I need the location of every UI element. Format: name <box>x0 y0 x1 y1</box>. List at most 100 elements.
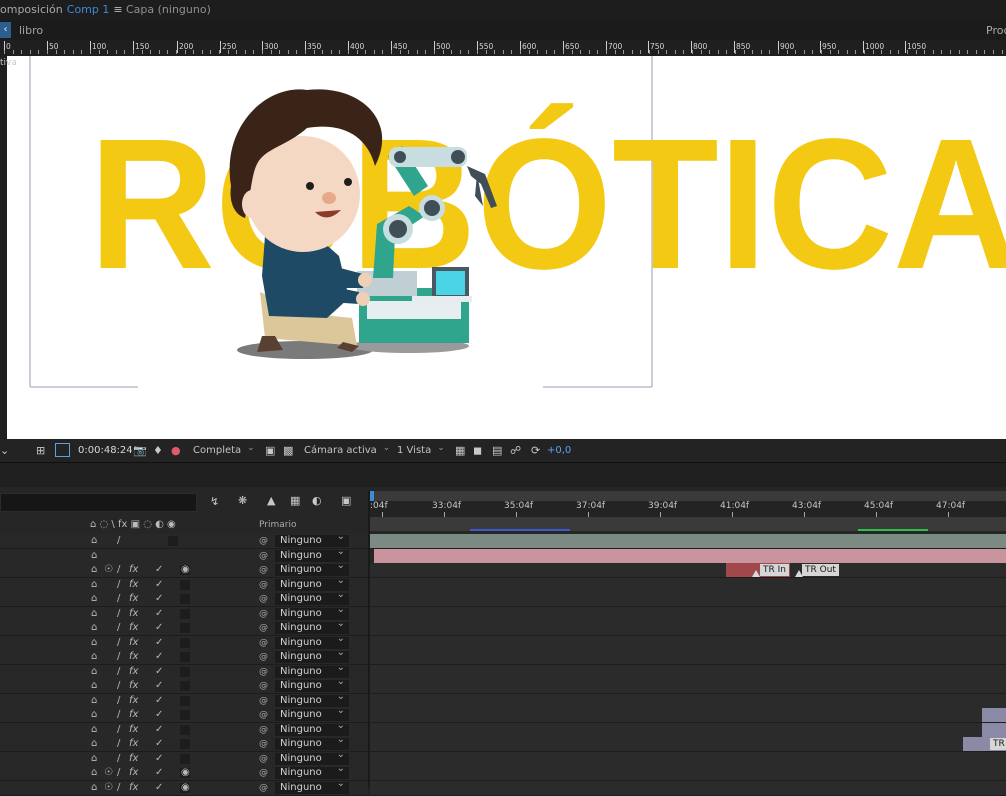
effects-switch-icon[interactable]: fx <box>129 738 138 750</box>
pick-whip-icon[interactable]: @ <box>259 666 268 678</box>
layer-bar[interactable] <box>982 708 1006 722</box>
marker-triangle-icon[interactable] <box>752 570 760 577</box>
composition-flowchart-icon[interactable]: ↯ <box>210 495 219 509</box>
layer-row[interactable]: ⌂ / fx ✓ @ Ninguno <box>0 720 368 738</box>
3d-switch-box[interactable] <box>180 638 190 648</box>
timeline-row[interactable] <box>374 549 1006 564</box>
shy-switch-icon[interactable]: ⌂ <box>91 782 97 794</box>
pick-whip-icon[interactable]: @ <box>259 724 268 736</box>
effects-switch-icon[interactable]: fx <box>129 767 138 779</box>
shy-switch-icon[interactable]: ⌂ <box>91 579 97 591</box>
transparency-grid-icon[interactable]: ▩ <box>283 444 293 458</box>
pick-whip-icon[interactable]: @ <box>259 550 268 562</box>
parent-dropdown[interactable]: Ninguno <box>275 778 349 794</box>
exposure-value[interactable]: +0,0 <box>547 441 571 461</box>
pick-whip-icon[interactable]: @ <box>259 709 268 721</box>
effects-switch-icon[interactable]: fx <box>129 666 138 678</box>
frame-blending-icon[interactable]: ▦ <box>290 494 300 508</box>
quality-switch-icon[interactable]: / <box>117 622 120 634</box>
shy-switch-icon[interactable]: ⌂ <box>91 767 97 779</box>
3d-switch-box[interactable] <box>180 580 190 590</box>
timeline-row[interactable] <box>370 752 1006 767</box>
show-snapshot-icon[interactable]: ♦ <box>153 444 163 458</box>
timeline-row[interactable] <box>370 737 1006 752</box>
motion-blur-switch-icon[interactable]: ✓ <box>155 564 163 576</box>
shy-switch-icon[interactable]: ⌂ <box>91 695 97 707</box>
pick-whip-icon[interactable]: @ <box>259 622 268 634</box>
shy-switch-icon[interactable]: ⌂ <box>91 666 97 678</box>
pick-whip-icon[interactable]: @ <box>259 579 268 591</box>
pick-whip-icon[interactable]: @ <box>259 753 268 765</box>
tr-out-marker-label[interactable]: TR Out <box>802 564 839 576</box>
3d-switch-box[interactable] <box>180 609 190 619</box>
tab-composition[interactable]: omposición Comp 1 ≡ <box>0 0 129 21</box>
motion-blur-switch-icon[interactable]: ✓ <box>155 709 163 721</box>
pick-whip-icon[interactable]: @ <box>259 738 268 750</box>
graph-editor-icon[interactable]: ▣ <box>341 494 351 508</box>
timeline-row[interactable] <box>370 563 1006 578</box>
motion-blur-switch-icon[interactable]: ✓ <box>155 767 163 779</box>
color-channels-icon[interactable]: ● <box>171 444 181 458</box>
motion-blur-switch-icon[interactable]: ✓ <box>155 738 163 750</box>
panel-menu-icon[interactable]: ≡ <box>113 3 122 16</box>
shy-switch-icon[interactable]: ⌂ <box>91 724 97 736</box>
pick-whip-icon[interactable]: @ <box>259 564 268 576</box>
layer-row[interactable]: ⌂ / fx ✓ @ Ninguno <box>0 705 368 723</box>
pick-whip-icon[interactable]: @ <box>259 651 268 663</box>
motion-blur-switch-icon[interactable]: ✓ <box>155 724 163 736</box>
quality-switch-icon[interactable]: / <box>117 579 120 591</box>
layer-row[interactable]: ⌂ ☉ / fx ✓ ◉ @ Ninguno <box>0 778 368 796</box>
pick-whip-icon[interactable]: @ <box>259 680 268 692</box>
layer-row[interactable]: ⌂ / fx ✓ @ Ninguno <box>0 647 368 665</box>
pick-whip-icon[interactable]: @ <box>259 767 268 779</box>
layer-row[interactable]: ⌂ / fx ✓ @ Ninguno <box>0 589 368 607</box>
layer-row[interactable]: ⌂ @ Ninguno <box>0 546 368 564</box>
motion-blur-switch-icon[interactable]: ✓ <box>155 695 163 707</box>
timeline-row[interactable] <box>370 607 1006 622</box>
effects-switch-icon[interactable]: fx <box>129 608 138 620</box>
layer-row[interactable]: ⌂ / fx ✓ @ Ninguno <box>0 676 368 694</box>
render-3d-icon[interactable]: ◼ <box>473 444 482 458</box>
marker-triangle-icon[interactable] <box>795 570 803 577</box>
composition-canvas[interactable]: ROBÓTICA <box>7 56 1006 439</box>
work-area-bar[interactable] <box>370 491 1006 501</box>
chevron-left-icon[interactable]: ‹ <box>0 22 11 38</box>
layer-row[interactable]: ⌂ / fx ✓ @ Ninguno <box>0 734 368 752</box>
3d-switch-box[interactable] <box>180 681 190 691</box>
quality-switch-icon[interactable]: / <box>117 564 120 576</box>
quality-switch-icon[interactable]: / <box>117 709 120 721</box>
timeline-icon[interactable]: ▤ <box>492 444 502 458</box>
adjustment-switch-box[interactable] <box>168 536 178 546</box>
layer-search-input[interactable] <box>0 493 197 512</box>
motion-blur-switch-icon[interactable]: ✓ <box>155 666 163 678</box>
effects-switch-icon[interactable]: fx <box>129 622 138 634</box>
shy-switch-icon[interactable]: ⌂ <box>91 622 97 634</box>
pick-whip-icon[interactable]: @ <box>259 593 268 605</box>
grid-overlay-icon[interactable]: ⊞ <box>36 444 45 458</box>
3d-layer-icon[interactable]: ◉ <box>181 767 190 779</box>
3d-switch-box[interactable] <box>180 623 190 633</box>
quality-switch-icon[interactable]: / <box>117 695 120 707</box>
motion-blur-switch-icon[interactable]: ✓ <box>155 593 163 605</box>
draft-3d-icon[interactable]: ❋ <box>238 494 247 508</box>
shy-switch-icon[interactable]: ⌂ <box>91 564 97 576</box>
collapse-switch-icon[interactable]: ☉ <box>104 767 113 779</box>
layer-row[interactable]: ⌂ ☉ / fx ✓ ◉ @ Ninguno <box>0 560 368 578</box>
shy-switch-icon[interactable]: ⌂ <box>91 651 97 663</box>
shy-layers-icon[interactable]: ▲ <box>267 494 275 508</box>
timeline-row[interactable] <box>370 578 1006 593</box>
shy-switch-icon[interactable]: ⌂ <box>91 709 97 721</box>
motion-blur-icon[interactable]: ◐ <box>312 494 322 508</box>
region-of-interest-icon[interactable] <box>55 443 70 457</box>
layer-row[interactable]: ⌂ / fx ✓ @ Ninguno <box>0 618 368 636</box>
3d-switch-box[interactable] <box>180 696 190 706</box>
timecode-display[interactable]: 0:00:48:24 <box>78 441 133 461</box>
pick-whip-icon[interactable]: @ <box>259 608 268 620</box>
timeline-row[interactable] <box>370 694 1006 709</box>
tab-layer[interactable]: Capa (ninguno) <box>126 0 211 20</box>
3d-switch-box[interactable] <box>180 652 190 662</box>
shy-switch-icon[interactable]: ⌂ <box>91 680 97 692</box>
motion-blur-switch-icon[interactable]: ✓ <box>155 637 163 649</box>
layer-row[interactable]: ⌂ / fx ✓ @ Ninguno <box>0 691 368 709</box>
reset-exposure-icon[interactable]: ⟳ <box>531 444 540 458</box>
